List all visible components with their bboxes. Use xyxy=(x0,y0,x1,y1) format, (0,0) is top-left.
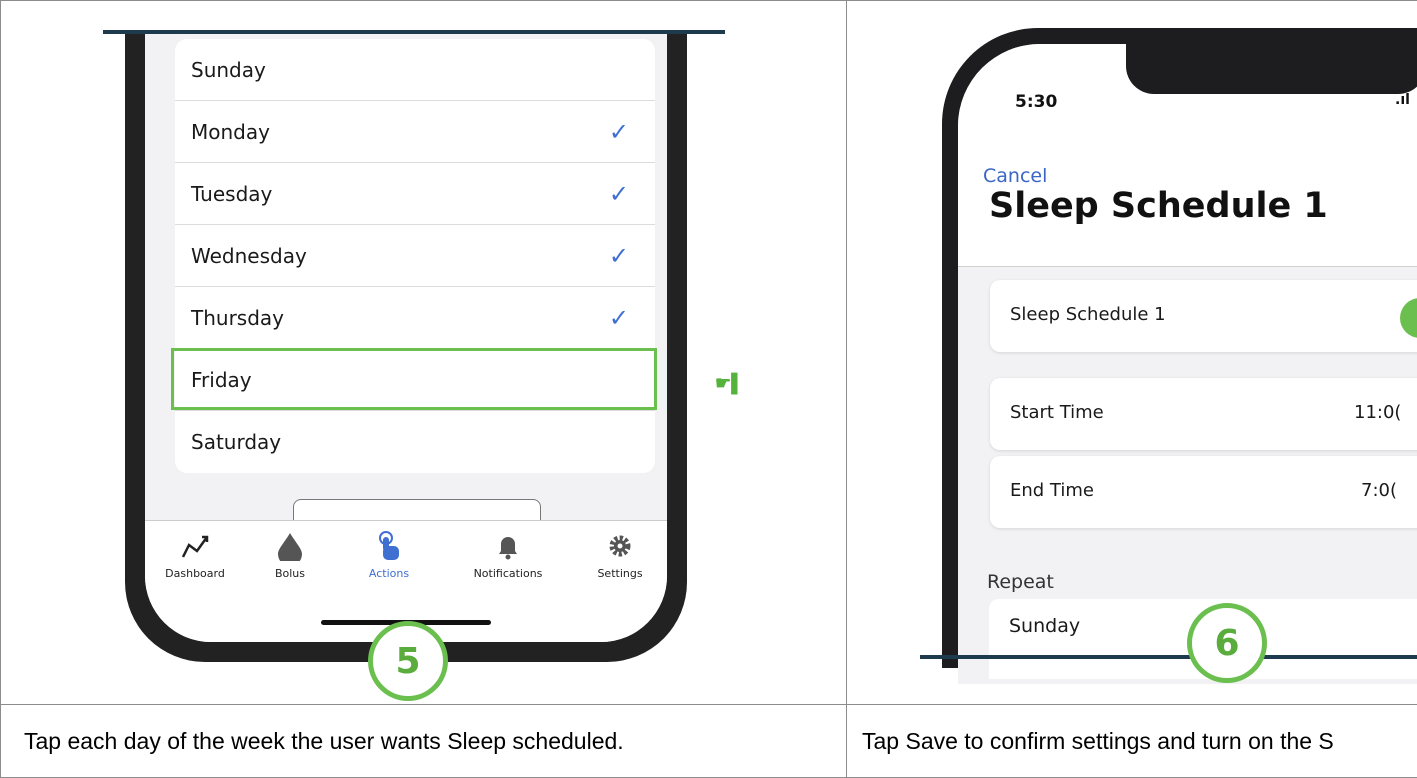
day-label: Sunday xyxy=(191,57,266,82)
day-row-sunday[interactable]: Sunday xyxy=(175,39,655,101)
start-time-value: 11:0( xyxy=(1354,402,1402,423)
day-row-thursday[interactable]: Thursday ✓ xyxy=(175,287,655,349)
step5-caption: Tap each day of the week the user wants … xyxy=(24,727,624,754)
tab-settings[interactable]: Settings xyxy=(570,531,667,580)
pointing-hand-icon: ☛▌ xyxy=(715,373,744,393)
end-time-row[interactable]: End Time 7:0( xyxy=(990,456,1417,528)
graph-icon xyxy=(181,535,209,558)
drop-icon xyxy=(278,533,302,561)
phone-screen: Sunday Monday ✓ Tuesday ✓ Wednesday ✓ Thursday ✓… xyxy=(145,33,667,642)
crop-line xyxy=(920,655,1417,659)
repeat-label: Repeat xyxy=(987,571,1054,593)
tab-dashboard[interactable]: Dashboard xyxy=(145,531,245,580)
gear-icon xyxy=(609,535,631,557)
page-title: Sleep Schedule 1 xyxy=(989,186,1328,226)
tab-label: Dashboard xyxy=(165,567,225,580)
start-time-row[interactable]: Start Time 11:0( xyxy=(990,378,1417,450)
status-time: 5:30 xyxy=(1015,92,1058,112)
sunday-label: Sunday xyxy=(1009,615,1081,637)
tab-bolus[interactable]: Bolus xyxy=(240,531,340,580)
phone-notch xyxy=(1126,44,1417,94)
step6-cell: 5:30 .ıl Sleep Schedule 1 Start Time 11:… xyxy=(847,1,1417,704)
phone-frame: Sunday Monday ✓ Tuesday ✓ Wednesday ✓ Thursday ✓… xyxy=(125,33,687,662)
tab-notifications[interactable]: Notifications xyxy=(458,531,558,580)
signal-icon: .ıl xyxy=(1395,92,1410,108)
step5-cell: Sunday Monday ✓ Tuesday ✓ Wednesday ✓ Thursday ✓… xyxy=(1,1,846,704)
friday-highlight xyxy=(171,348,657,410)
end-time-value: 7:0( xyxy=(1361,480,1397,501)
bell-icon xyxy=(499,537,517,560)
checkmark-icon: ✓ xyxy=(608,241,629,270)
tab-label: Notifications xyxy=(473,567,543,580)
step-number-badge: 5 xyxy=(368,621,448,701)
checkmark-icon: ✓ xyxy=(608,303,629,332)
schedule-toggle-row[interactable]: Sleep Schedule 1 xyxy=(990,280,1417,352)
cancel-button[interactable]: Cancel xyxy=(983,165,1047,187)
tab-label: Actions xyxy=(368,567,410,580)
start-time-label: Start Time xyxy=(1010,402,1104,423)
schedule-label: Sleep Schedule 1 xyxy=(1010,304,1166,325)
checkmark-icon: ✓ xyxy=(608,117,629,146)
day-row-tuesday[interactable]: Tuesday ✓ xyxy=(175,163,655,225)
day-row-wednesday[interactable]: Wednesday ✓ xyxy=(175,225,655,287)
day-label: Saturday xyxy=(191,430,282,454)
day-row-monday[interactable]: Monday ✓ xyxy=(175,101,655,163)
day-label: Tuesday xyxy=(191,181,273,206)
crop-line xyxy=(103,30,725,34)
checkmark-icon: ✓ xyxy=(608,179,629,208)
day-label: Thursday xyxy=(191,305,284,330)
end-time-label: End Time xyxy=(1010,480,1094,501)
step-number-badge: 6 xyxy=(1187,603,1267,683)
step6-caption: Tap Save to confirm settings and turn on… xyxy=(862,727,1334,754)
tab-label: Settings xyxy=(597,567,643,580)
schedule-toggle[interactable] xyxy=(1400,298,1417,338)
tap-hand-icon xyxy=(379,531,399,560)
day-row-saturday[interactable]: Saturday xyxy=(175,411,655,473)
tab-actions[interactable]: Actions xyxy=(339,531,439,580)
day-label: Monday xyxy=(191,119,270,144)
day-label: Wednesday xyxy=(191,243,307,268)
tab-label: Bolus xyxy=(274,567,306,580)
